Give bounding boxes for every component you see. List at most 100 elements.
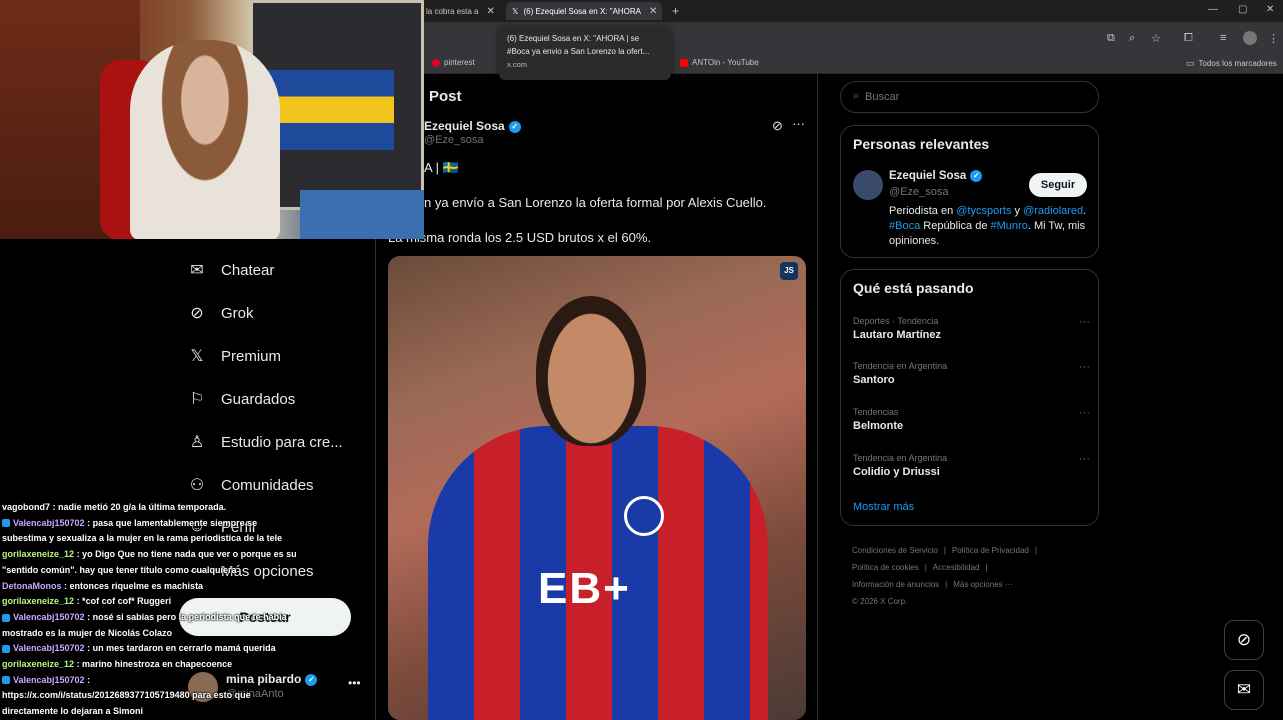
menu-icon[interactable]: ⋮ bbox=[1268, 32, 1279, 45]
more-icon[interactable]: ··· bbox=[1079, 316, 1090, 328]
maximize-icon[interactable]: ▢ bbox=[1238, 4, 1247, 15]
sidebar-item-bookmarks[interactable]: ⚐ Guardados bbox=[187, 389, 295, 409]
search-box[interactable]: ⌕ bbox=[840, 81, 1099, 113]
chat-message: DetonaMonos : entonces riquelme es machi… bbox=[2, 579, 302, 595]
more-icon[interactable]: ··· bbox=[792, 116, 805, 131]
footer-link[interactable]: Accesibilidad bbox=[933, 563, 980, 572]
chat-username: Valencabj150702 bbox=[13, 517, 85, 528]
grok-icon[interactable]: ⊘ bbox=[772, 118, 783, 134]
sidebar-item-label: Grok bbox=[221, 304, 254, 322]
trend-item[interactable]: Tendencia en Argentina Colidio y Driussi… bbox=[853, 453, 1093, 493]
trend-category: Tendencia en Argentina bbox=[853, 453, 948, 463]
shirt-sponsor: EB+ bbox=[538, 564, 631, 613]
footer-link[interactable]: Política de Privacidad bbox=[952, 546, 1029, 555]
extensions-icon[interactable]: ⧠ bbox=[1184, 32, 1193, 45]
more-icon[interactable]: ··· bbox=[1079, 453, 1090, 465]
bookmark-pinterest[interactable]: pinterest bbox=[432, 58, 475, 67]
footer-link[interactable]: Más opciones ··· bbox=[953, 580, 1013, 589]
trend-category: Deportes · Tendencia bbox=[853, 316, 939, 326]
chat-message: vagobond7 : nadie metió 20 g/a la última… bbox=[2, 500, 302, 516]
chat-message: Valencabj150702 : un mes tardaron en cer… bbox=[2, 641, 302, 657]
footer-separator: | bbox=[945, 580, 948, 589]
new-tab-button[interactable]: + bbox=[666, 2, 685, 20]
chat-username: gorilaxeneize_12 bbox=[2, 659, 75, 670]
footer-links: Condiciones de Servicio | Política de Priv… bbox=[852, 542, 1092, 610]
sidebar-item-label: Comunidades bbox=[221, 476, 314, 494]
sidebar-item-communities[interactable]: ⚇ Comunidades bbox=[187, 475, 314, 495]
bookmark-youtube[interactable]: ANTOin - YouTube bbox=[680, 58, 759, 67]
trend-topic: Santoro bbox=[853, 374, 895, 386]
twitch-badge-icon bbox=[2, 644, 10, 653]
bio-link[interactable]: @tycsports bbox=[956, 205, 1011, 217]
bio-text: y bbox=[1011, 205, 1024, 217]
post-image[interactable]: EB+ JS bbox=[388, 256, 806, 720]
follow-button[interactable]: Seguir bbox=[1029, 173, 1087, 197]
trend-item[interactable]: Tendencia en Argentina Santoro ··· bbox=[853, 361, 1093, 401]
player-head bbox=[536, 296, 646, 446]
grok-fab[interactable]: ⊘ bbox=[1224, 620, 1264, 660]
post-text: La misma ronda los 2.5 USD brutos x el 6… bbox=[388, 230, 652, 245]
more-icon[interactable]: ··· bbox=[1079, 361, 1090, 373]
minimize-icon[interactable]: — bbox=[1208, 4, 1218, 15]
sidebar-item-grok[interactable]: ⊘ Grok bbox=[187, 303, 254, 323]
trend-item[interactable]: Deportes · Tendencia Lautaro Martínez ··… bbox=[853, 316, 1093, 356]
search-input[interactable] bbox=[865, 86, 1085, 108]
chat-username: DetonaMonos bbox=[2, 580, 62, 591]
close-window-icon[interactable]: ✕ bbox=[1266, 4, 1274, 15]
browser-tab-active[interactable]: 𝕏 (6) Ezequiel Sosa en X: "AHORA ✕ bbox=[506, 2, 662, 20]
bio-link[interactable]: #Boca bbox=[889, 220, 920, 232]
bio-text: . bbox=[1083, 205, 1087, 217]
show-more-link[interactable]: Mostrar más bbox=[853, 501, 914, 513]
post-author-handle[interactable]: @Eze_sosa bbox=[424, 134, 483, 146]
zoom-icon[interactable]: ⌕ bbox=[1129, 32, 1135, 45]
close-tab-icon[interactable]: ✕ bbox=[649, 6, 657, 17]
sidebar-item-chat[interactable]: ✉ Chatear bbox=[187, 260, 274, 280]
all-bookmarks-label: Todos los marcadores bbox=[1198, 59, 1277, 68]
browser-tab[interactable]: la cobra esta a ✕ bbox=[420, 2, 504, 20]
chat-username: Valencabj150702 bbox=[13, 611, 85, 622]
sidebar-item-label: Chatear bbox=[221, 261, 275, 279]
chat-username: Valencabj150702 bbox=[13, 674, 85, 685]
footer-link[interactable]: Condiciones de Servicio bbox=[852, 546, 938, 555]
chat-message: Valencabj150702 : pasa que lamentablemen… bbox=[2, 516, 302, 547]
relevant-user-name-text: Ezequiel Sosa bbox=[889, 170, 967, 183]
bio-link[interactable]: #Munro bbox=[991, 220, 1028, 232]
relevant-user-name[interactable]: Ezequiel Sosa ✓ bbox=[889, 170, 983, 183]
tooltip-title: (6) Ezequiel Sosa en X: "AHORA | se bbox=[507, 34, 640, 43]
close-tab-icon[interactable]: ✕ bbox=[486, 6, 494, 17]
post-text: n ya envío a San Lorenzo la oferta forma… bbox=[424, 195, 767, 210]
footer-link[interactable]: Información de anuncios bbox=[852, 580, 939, 589]
profile-avatar[interactable] bbox=[1243, 31, 1257, 45]
cast-icon[interactable]: ⧉ bbox=[1107, 32, 1115, 45]
messages-fab[interactable]: ✉ bbox=[1224, 670, 1264, 710]
search-icon: ⌕ bbox=[853, 90, 860, 102]
verified-icon: ✓ bbox=[508, 120, 521, 133]
post-text: A | 🇸🇪 bbox=[424, 160, 459, 175]
all-bookmarks[interactable]: ▭ Todos los marcadores bbox=[1186, 58, 1277, 69]
grok-icon: ⊘ bbox=[190, 305, 204, 322]
verified-icon: ✓ bbox=[305, 673, 318, 686]
post-author-name-text: Ezequiel Sosa bbox=[424, 119, 505, 133]
panel-title: Personas relevantes bbox=[853, 136, 990, 152]
sidebar-item-premium[interactable]: 𝕏 Premium bbox=[187, 346, 281, 366]
footer-link[interactable]: Política de cookies bbox=[852, 563, 919, 572]
avatar[interactable] bbox=[853, 170, 883, 200]
more-icon[interactable]: ··· bbox=[1079, 407, 1090, 419]
trend-item[interactable]: Tendencias Belmonte ··· bbox=[853, 407, 1093, 447]
star-icon[interactable]: ☆ bbox=[1151, 32, 1161, 45]
footer-separator: | bbox=[985, 563, 988, 572]
chat-text: : un mes tardaron en cerrarlo mamá queri… bbox=[87, 643, 276, 654]
media-icon[interactable]: ≡ bbox=[1220, 32, 1226, 44]
chat-text: https://x.com/i/status/20126893771057194… bbox=[2, 690, 251, 717]
trend-topic: Belmonte bbox=[853, 420, 904, 432]
pinterest-icon bbox=[432, 58, 440, 67]
sidebar-item-studio[interactable]: ♙ Estudio para cre... bbox=[187, 432, 343, 452]
more-icon[interactable]: ••• bbox=[348, 676, 361, 690]
bio-link[interactable]: @radiolared bbox=[1023, 205, 1083, 217]
footer-separator: | bbox=[1034, 546, 1037, 555]
webcam-streamer bbox=[130, 40, 280, 239]
folder-icon: ▭ bbox=[1186, 58, 1195, 68]
club-crest bbox=[624, 496, 664, 536]
post-author-name[interactable]: Ezequiel Sosa ✓ bbox=[424, 119, 521, 133]
webcam-flag bbox=[264, 70, 394, 150]
